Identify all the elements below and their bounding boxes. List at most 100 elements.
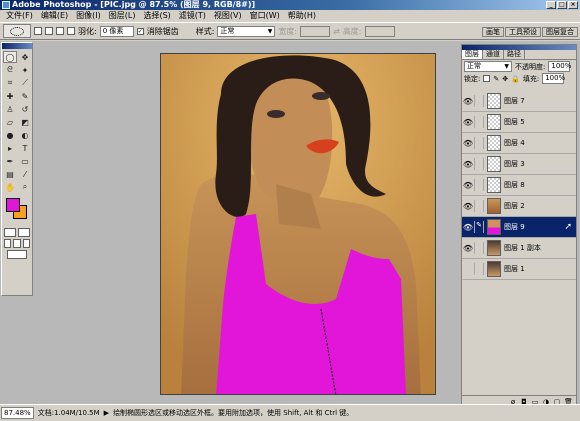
gradient-tool-icon[interactable]: ◩ [18, 116, 32, 128]
pen-tool-icon[interactable]: ✒ [3, 155, 17, 167]
link-slot[interactable] [474, 158, 484, 170]
elliptical-marquee-icon [10, 26, 24, 36]
brush-tool-icon[interactable]: ✎ [18, 90, 32, 102]
lock-brush-icon[interactable]: ✎ [493, 75, 499, 83]
fill-input[interactable]: 100% [542, 73, 565, 84]
style-select[interactable]: 正常 ▼ [217, 25, 276, 37]
layer-thumbnail [487, 219, 501, 235]
tab-layers[interactable]: 图层 [462, 50, 483, 59]
menu-window[interactable]: 窗口(W) [246, 10, 284, 22]
marquee-tool-icon[interactable]: ◯ [3, 51, 17, 63]
layer-name: 图层 7 [504, 97, 525, 105]
layer-row-8[interactable]: 👁 图层 8 [462, 175, 576, 196]
layer-row-3[interactable]: 👁 图层 3 [462, 154, 576, 175]
crop-tool-icon[interactable]: ⌗ [3, 77, 17, 89]
tab-brushes[interactable]: 画笔 [482, 27, 504, 37]
height-label: 高度: [342, 26, 362, 36]
zoom-level-field[interactable]: 87.48% [1, 407, 34, 419]
zoom-tool-icon[interactable]: ⌕ [18, 181, 32, 193]
antialias-checkbox[interactable]: ✓ [136, 27, 144, 35]
slice-tool-icon[interactable]: ⟋ [18, 77, 32, 89]
link-slot[interactable] [474, 263, 484, 275]
eye-icon[interactable]: 👁 [462, 137, 474, 149]
lasso-tool-icon[interactable]: ᘓ [3, 64, 17, 76]
link-slot[interactable] [474, 137, 484, 149]
eye-icon[interactable]: 👁 [462, 116, 474, 128]
link-slot[interactable] [474, 116, 484, 128]
link-slot[interactable] [474, 242, 484, 254]
menu-view[interactable]: 视图(V) [210, 10, 246, 22]
screen-mode-standard[interactable] [4, 239, 12, 248]
menu-filter[interactable]: 滤镜(T) [175, 10, 210, 22]
status-menu-arrow-icon[interactable]: ▶ [104, 409, 109, 417]
tab-tool-presets[interactable]: 工具预设 [505, 27, 541, 37]
layer-row-2[interactable]: 👁 图层 2 [462, 196, 576, 217]
new-selection-icon[interactable] [34, 27, 42, 35]
add-selection-icon[interactable] [45, 27, 53, 35]
jump-to-imageready-button[interactable] [7, 250, 27, 259]
brush-indicator-icon[interactable]: ✎ [474, 221, 484, 233]
width-input [300, 25, 331, 37]
blend-mode-select[interactable]: 正常 ▼ [464, 61, 512, 72]
close-button[interactable]: × [568, 1, 578, 9]
eyedropper-icon[interactable]: ⁄ [18, 168, 32, 180]
quick-mask-button[interactable] [18, 228, 30, 237]
layer-row-7[interactable]: 👁 图层 7 [462, 91, 576, 112]
standard-mode-button[interactable] [4, 228, 16, 237]
layer-row-1[interactable]: 图层 1 [462, 259, 576, 280]
menu-layer[interactable]: 图层(L) [105, 10, 140, 22]
menu-help[interactable]: 帮助(H) [284, 10, 320, 22]
layer-row-5[interactable]: 👁 图层 5 [462, 112, 576, 133]
menu-image[interactable]: 图像(I) [72, 10, 105, 22]
minimize-button[interactable]: _ [546, 1, 556, 9]
subtract-selection-icon[interactable] [56, 27, 64, 35]
link-slot[interactable] [474, 200, 484, 212]
tab-channels[interactable]: 通道 [483, 50, 504, 59]
document-canvas[interactable] [160, 53, 436, 395]
eye-icon[interactable]: 👁 [462, 242, 474, 254]
foreground-color-swatch[interactable] [6, 198, 20, 212]
tool-preset-picker[interactable] [3, 24, 31, 38]
stamp-tool-icon[interactable]: ♙ [3, 103, 17, 115]
menu-select[interactable]: 选择(S) [139, 10, 174, 22]
blur-tool-icon[interactable]: ● [3, 129, 17, 141]
dodge-tool-icon[interactable]: ◐ [18, 129, 32, 141]
menu-file[interactable]: 文件(F) [2, 10, 37, 22]
eye-hidden-slot[interactable] [462, 263, 474, 275]
opacity-input[interactable]: 100% [548, 61, 571, 72]
layer-row-1-copy[interactable]: 👁 图层 1 副本 [462, 238, 576, 259]
type-tool-icon[interactable]: T [18, 142, 32, 154]
window-title: Adobe Photoshop - [PIC.jpg @ 87.5% (图层 9… [12, 0, 256, 9]
notes-tool-icon[interactable]: ▤ [3, 168, 17, 180]
link-slot[interactable] [474, 179, 484, 191]
screen-mode-full-menu[interactable] [13, 239, 21, 248]
eye-icon[interactable]: 👁 [462, 221, 474, 233]
eye-icon[interactable]: 👁 [462, 95, 474, 107]
screen-mode-full[interactable] [22, 239, 30, 248]
eraser-tool-icon[interactable]: ▱ [3, 116, 17, 128]
move-tool-icon[interactable]: ✥ [18, 51, 32, 63]
opacity-label: 不透明度: [515, 62, 546, 71]
layer-name: 图层 5 [504, 118, 525, 126]
path-select-icon[interactable]: ▸ [3, 142, 17, 154]
healing-brush-icon[interactable]: ✚ [3, 90, 17, 102]
lock-all-icon[interactable]: 🔒 [511, 75, 520, 83]
tab-layer-comps[interactable]: 图层复合 [542, 27, 578, 37]
layer-row-9[interactable]: 👁 ✎ 图层 9 ➚ [462, 217, 576, 238]
eye-icon[interactable]: 👁 [462, 179, 474, 191]
lock-move-icon[interactable]: ✥ [502, 75, 508, 83]
layer-row-4[interactable]: 👁 图层 4 [462, 133, 576, 154]
history-brush-icon[interactable]: ↺ [18, 103, 32, 115]
hand-tool-icon[interactable]: ✋ [3, 181, 17, 193]
eye-icon[interactable]: 👁 [462, 158, 474, 170]
eye-icon[interactable]: 👁 [462, 200, 474, 212]
magic-wand-icon[interactable]: ✦ [18, 64, 32, 76]
link-slot[interactable] [474, 95, 484, 107]
shape-tool-icon[interactable]: ▭ [18, 155, 32, 167]
lock-transparency-icon[interactable] [483, 75, 491, 82]
menu-edit[interactable]: 编辑(E) [37, 10, 72, 22]
tab-paths[interactable]: 路径 [504, 50, 525, 59]
maximize-button[interactable]: □ [557, 1, 567, 9]
feather-input[interactable]: 0 像素 [99, 25, 134, 37]
intersect-selection-icon[interactable] [67, 27, 75, 35]
